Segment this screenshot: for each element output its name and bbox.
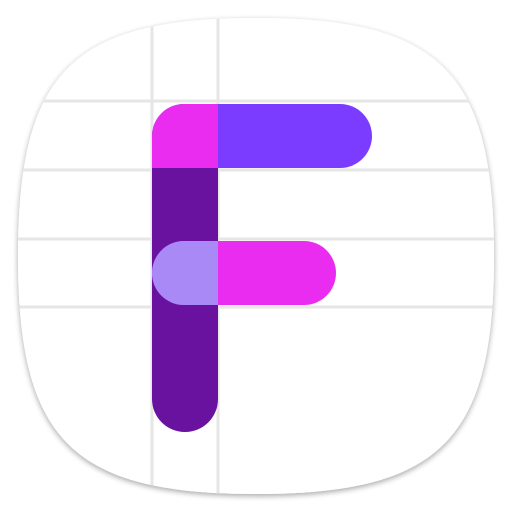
f-top-cap bbox=[152, 104, 218, 168]
letter-f-app-icon[interactable] bbox=[0, 0, 512, 512]
f-middle-cap bbox=[152, 241, 218, 305]
app-icon-canvas bbox=[0, 0, 512, 512]
